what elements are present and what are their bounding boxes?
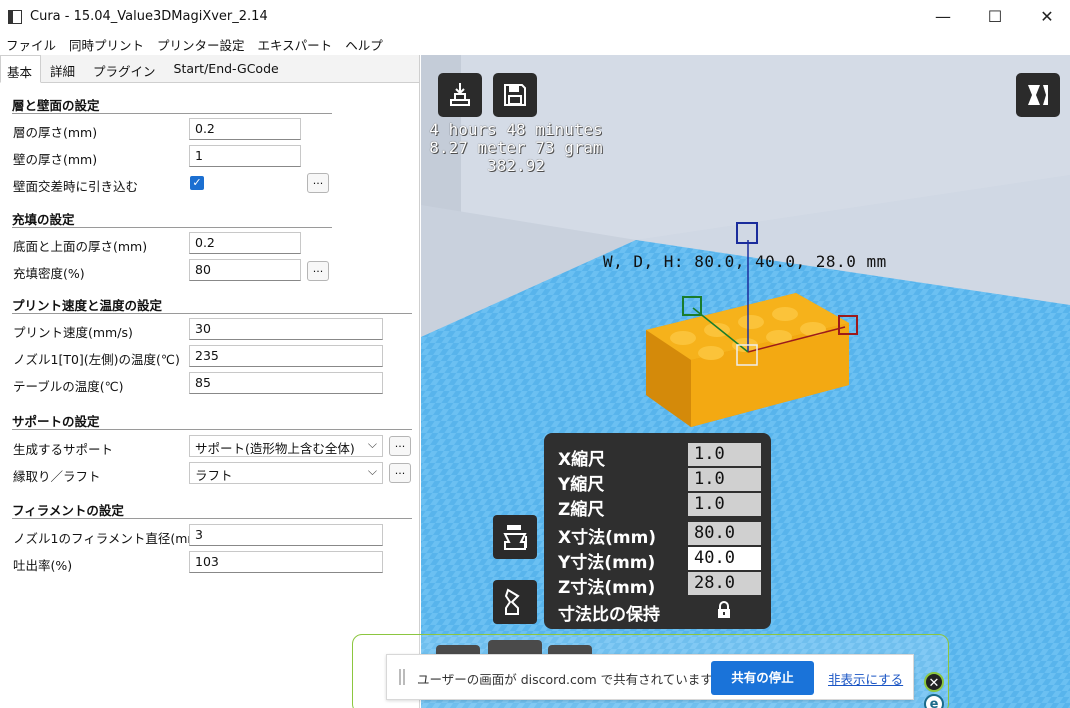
material-usage: 8.27 meter 73 gram: [429, 138, 603, 157]
scale-tool-button[interactable]: [493, 515, 537, 559]
overlay-close-icon[interactable]: ✕: [924, 672, 944, 692]
filament-diameter-input[interactable]: 3: [189, 524, 383, 546]
y-size-label: Y寸法(mm): [558, 553, 656, 573]
edge-badge-icon[interactable]: e: [924, 694, 944, 708]
viewport-3d[interactable]: 4 hours 48 minutes 8.27 meter 73 gram 38…: [421, 55, 1070, 708]
section-title-fill: 充填の設定: [12, 212, 75, 227]
wall-thickness-label: 壁の厚さ(mm): [13, 152, 98, 167]
print-estimate: 4 hours 48 minutes 8.27 meter 73 gram 38…: [421, 121, 611, 175]
tab-plugins[interactable]: プラグイン: [84, 55, 165, 82]
screen-share-bar: ユーザーの画面が discord.com で共有されています。 共有の停止 非表…: [386, 654, 914, 700]
support-type-label: 生成するサポート: [13, 442, 114, 457]
fill-density-label: 充填密度(%): [13, 266, 85, 281]
model-dimensions: W, D, H: 80.0, 40.0, 28.0 mm: [603, 252, 887, 271]
wall-thickness-input[interactable]: 1: [189, 145, 301, 167]
load-icon: [450, 83, 470, 106]
share-message: ユーザーの画面が discord.com で共有されています。: [417, 672, 725, 687]
filament-diameter-label: ノズル1のフィラメント直径(mm): [13, 531, 205, 546]
lock-icon[interactable]: [715, 601, 733, 619]
bed-temp-input[interactable]: 85: [189, 372, 383, 394]
mirror-tool-icon: [504, 588, 520, 615]
drag-handle-icon[interactable]: [399, 669, 405, 685]
nozzle-temp-input[interactable]: 235: [189, 345, 383, 367]
save-icon: [504, 84, 526, 106]
title-bar: Cura - 15.04_Value3DMagiXver_2.14 — ☐ ✕: [0, 0, 1070, 33]
view-mode-icon: [1028, 85, 1048, 105]
section-title-filament: フィラメントの設定: [12, 503, 124, 518]
scale-tool-icon: [503, 525, 527, 550]
fill-density-input[interactable]: 80: [189, 259, 301, 281]
menu-help[interactable]: ヘルプ: [339, 35, 390, 54]
flow-input[interactable]: 103: [189, 551, 383, 573]
support-type-value: サポート(造形物上含む全体): [195, 441, 355, 456]
menu-simultaneous-print[interactable]: 同時プリント: [63, 35, 151, 54]
top-bottom-label: 底面と上面の厚さ(mm): [13, 239, 148, 254]
support-type-select[interactable]: サポート(造形物上含む全体) ⌵: [189, 435, 383, 457]
app-icon: [8, 9, 22, 24]
x-size-label: X寸法(mm): [558, 528, 657, 548]
tab-start-end-gcode[interactable]: Start/End-GCode: [165, 55, 288, 82]
x-size-input[interactable]: 80.0: [688, 522, 761, 545]
tab-advanced[interactable]: 詳細: [41, 55, 84, 82]
nozzle-temp-label: ノズル1[T0](左側)の温度(℃): [13, 352, 180, 367]
menu-file[interactable]: ファイル: [0, 35, 63, 54]
tab-basic[interactable]: 基本: [0, 55, 42, 83]
y-scale-label: Y縮尺: [558, 475, 605, 495]
print-speed-input[interactable]: 30: [189, 318, 383, 340]
section-divider: [12, 429, 412, 430]
z-size-input[interactable]: 28.0: [688, 572, 761, 595]
load-model-button[interactable]: [438, 73, 482, 117]
mirror-tool-button[interactable]: [493, 580, 537, 624]
z-scale-label: Z縮尺: [558, 500, 605, 520]
stop-sharing-button[interactable]: 共有の停止: [711, 661, 814, 695]
y-size-input[interactable]: 40.0: [688, 547, 761, 570]
keep-ratio-label: 寸法比の保持: [558, 605, 660, 625]
print-time: 4 hours 48 minutes: [429, 120, 603, 139]
section-divider: [12, 518, 412, 519]
section-title-support: サポートの設定: [12, 414, 100, 429]
section-divider: [12, 113, 332, 114]
save-gcode-button[interactable]: [493, 73, 537, 117]
print-speed-label: プリント速度(mm/s): [13, 325, 133, 340]
maximize-button[interactable]: ☐: [970, 0, 1020, 33]
layer-height-label: 層の厚さ(mm): [13, 125, 98, 140]
y-scale-input[interactable]: 1.0: [688, 468, 761, 491]
flow-label: 吐出率(%): [13, 558, 73, 573]
menu-printer-settings[interactable]: プリンター設定: [151, 35, 252, 54]
z-size-label: Z寸法(mm): [558, 578, 656, 598]
adhesion-value: ラフト: [195, 468, 233, 483]
top-bottom-input[interactable]: 0.2: [189, 232, 301, 254]
menu-bar: ファイル 同時プリント プリンター設定 エキスパート ヘルプ: [0, 33, 1070, 55]
section-title-layer-wall: 層と壁面の設定: [12, 98, 100, 113]
section-divider: [12, 313, 412, 314]
menu-expert[interactable]: エキスパート: [252, 35, 340, 54]
view-mode-button[interactable]: [1016, 73, 1060, 117]
chevron-down-icon: ⌵: [367, 464, 377, 478]
adhesion-more-button[interactable]: ...: [389, 463, 411, 483]
window-title: Cura - 15.04_Value3DMagiXver_2.14: [30, 9, 268, 24]
retraction-label: 壁面交差時に引き込む: [13, 179, 139, 194]
adhesion-label: 縁取り／ラフト: [13, 469, 101, 484]
section-divider: [12, 227, 332, 228]
adhesion-select[interactable]: ラフト ⌵: [189, 462, 383, 484]
scale-panel: X縮尺 1.0 Y縮尺 1.0 Z縮尺 1.0 X寸法(mm) 80.0 Y寸法…: [544, 433, 771, 629]
chevron-down-icon: ⌵: [367, 437, 377, 451]
support-more-button[interactable]: ...: [389, 436, 411, 456]
x-scale-input[interactable]: 1.0: [688, 443, 761, 466]
settings-panel: 基本 詳細 プラグイン Start/End-GCode 層と壁面の設定 層の厚さ…: [0, 55, 420, 708]
print-cost: 382.92: [487, 156, 545, 175]
fill-more-button[interactable]: ...: [307, 261, 329, 281]
retraction-checkbox[interactable]: ✓: [190, 176, 204, 190]
close-button[interactable]: ✕: [1022, 0, 1070, 33]
layer-height-input[interactable]: 0.2: [189, 118, 301, 140]
bed-temp-label: テーブルの温度(℃): [13, 379, 124, 394]
minimize-button[interactable]: —: [918, 0, 968, 33]
settings-tabs: 基本 詳細 プラグイン Start/End-GCode: [0, 55, 419, 83]
section-title-speed-temp: プリント速度と温度の設定: [12, 298, 163, 313]
retraction-more-button[interactable]: ...: [307, 173, 329, 193]
hide-link[interactable]: 非表示にする: [828, 669, 903, 688]
x-scale-label: X縮尺: [558, 450, 606, 470]
z-scale-input[interactable]: 1.0: [688, 493, 761, 516]
